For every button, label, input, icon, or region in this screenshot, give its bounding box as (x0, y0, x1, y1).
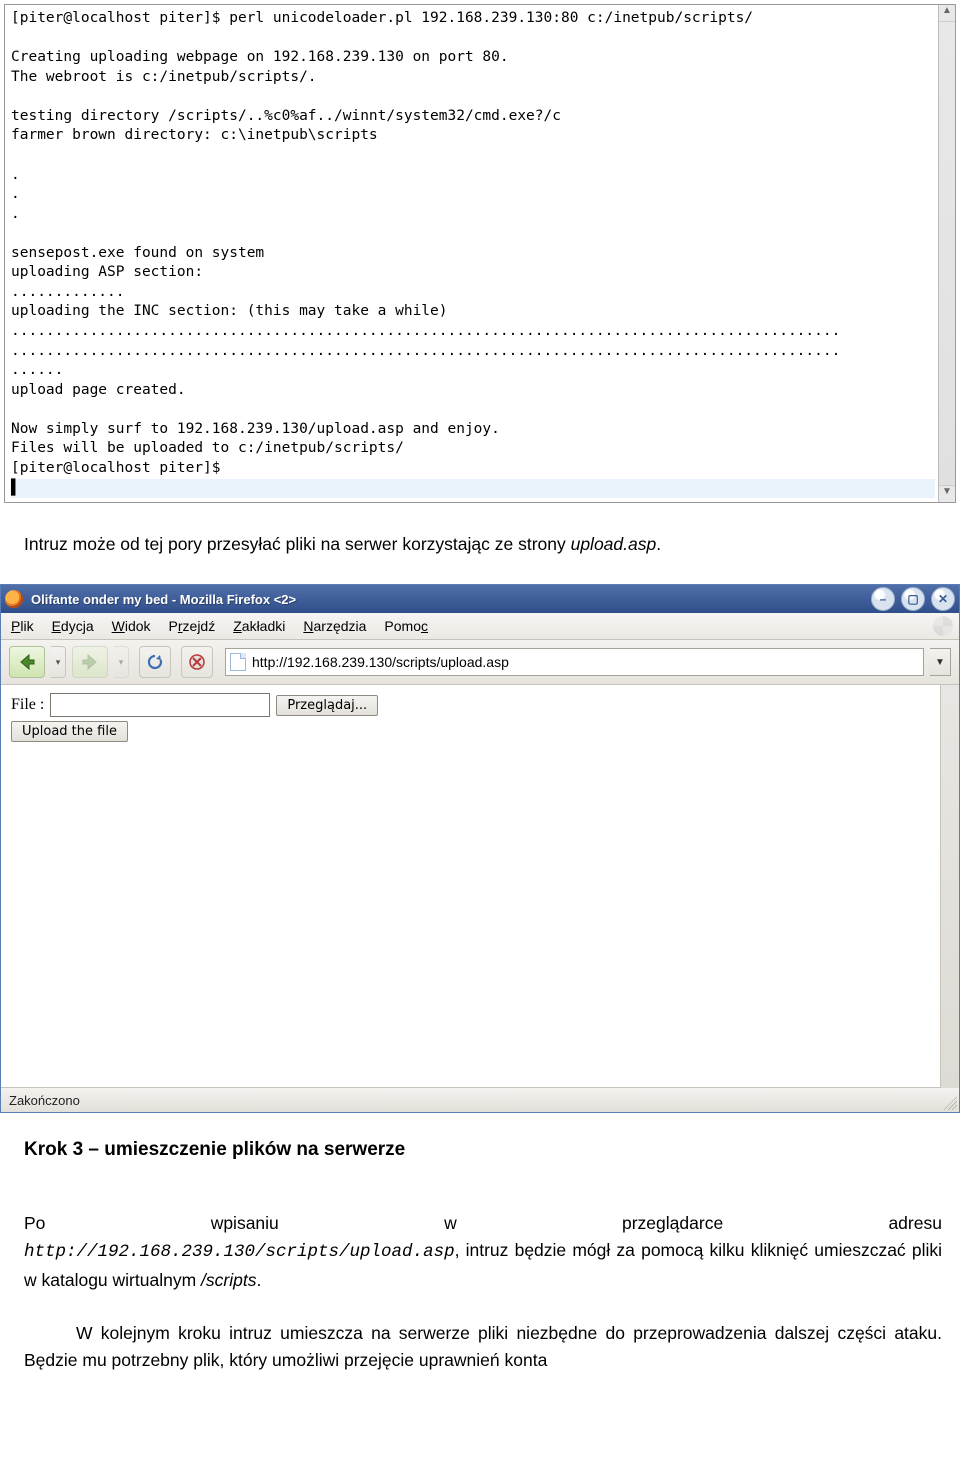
arrow-left-icon (17, 652, 37, 672)
text: wpisaniu (211, 1210, 279, 1237)
url-history-dropdown[interactable]: ▼ (930, 648, 951, 676)
text: . (256, 1270, 261, 1290)
navigation-toolbar: ▾ ▾ http://192.168.239.130/scripts/uploa… (1, 640, 959, 685)
page-icon (230, 653, 246, 671)
terminal-line: [piter@localhost piter]$ perl unicodeloa… (11, 10, 753, 26)
menu-zakladki[interactable]: Zakładki (233, 618, 285, 634)
window-title: Olifante onder my bed - Mozilla Firefox … (31, 592, 865, 607)
terminal-line: ........................................… (11, 323, 840, 339)
terminal-screenshot: [piter@localhost piter]$ perl unicodeloa… (4, 4, 956, 503)
menu-widok[interactable]: Widok (112, 618, 151, 634)
text: w (444, 1210, 457, 1237)
terminal-line: upload page created. (11, 382, 186, 398)
forward-button[interactable] (72, 646, 108, 678)
terminal-line: ...... (11, 362, 63, 378)
resize-grip-icon[interactable] (943, 1096, 957, 1110)
terminal-scrollbar[interactable]: ▲ ▼ (938, 5, 955, 502)
menu-bar: Plik Edycja Widok Przejdź Zakładki Narzę… (1, 613, 959, 640)
body-paragraph-2: Po wpisaniu w przeglądarce adresu http://192… (24, 1183, 942, 1294)
viewport-scrollbar[interactable] (940, 685, 959, 1088)
terminal-line: . (11, 167, 20, 183)
terminal-line: ............. (11, 284, 125, 300)
terminal-cursor: ▌ (11, 479, 935, 499)
terminal-line: uploading ASP section: (11, 264, 203, 280)
reload-icon (146, 653, 164, 671)
menu-plik[interactable]: Plik (11, 618, 34, 634)
terminal-line: farmer brown directory: c:\inetpub\scrip… (11, 127, 378, 143)
forward-history-dropdown[interactable]: ▾ (114, 646, 129, 678)
back-history-dropdown[interactable]: ▾ (51, 646, 66, 678)
menu-narzedzia[interactable]: Narzędzia (303, 618, 366, 634)
browser-viewport: File : Przeglądaj... Upload the file (1, 685, 959, 1088)
upload-form-row: File : Przeglądaj... (11, 693, 949, 717)
italic-path: /scripts (201, 1270, 256, 1290)
terminal-line: Creating uploading webpage on 192.168.23… (11, 49, 509, 65)
stop-button[interactable] (181, 646, 213, 678)
browse-button[interactable]: Przeglądaj... (276, 695, 378, 716)
body-paragraph-3: W kolejnym kroku intruz umieszcza na ser… (24, 1320, 942, 1374)
upload-button[interactable]: Upload the file (11, 721, 128, 742)
terminal-line: . (11, 186, 20, 202)
minimize-button[interactable]: – (871, 587, 895, 611)
window-titlebar: Olifante onder my bed - Mozilla Firefox … (1, 585, 959, 613)
url-bar[interactable]: http://192.168.239.130/scripts/upload.as… (225, 648, 924, 676)
file-label: File : (11, 696, 44, 714)
close-button[interactable]: ✕ (931, 587, 955, 611)
text: . (656, 534, 661, 554)
mono-url: http://192.168.239.130/scripts/upload.as… (24, 1242, 455, 1262)
back-button[interactable] (9, 646, 45, 678)
scroll-down-icon[interactable]: ▼ (939, 485, 955, 502)
url-text: http://192.168.239.130/scripts/upload.as… (252, 654, 509, 670)
step-heading: Krok 3 – umieszczenie plików na serwerze (24, 1139, 942, 1161)
browser-viewport-wrap: File : Przeglądaj... Upload the file (1, 685, 959, 1088)
terminal-line: The webroot is c:/inetpub/scripts/. (11, 69, 317, 85)
terminal-line: Now simply surf to 192.168.239.130/uploa… (11, 421, 500, 437)
terminal-line: uploading the INC section: (this may tak… (11, 303, 448, 319)
text: Po (24, 1210, 45, 1237)
maximize-button[interactable]: ▢ (901, 587, 925, 611)
menu-edycja[interactable]: Edycja (52, 618, 94, 634)
terminal-line: [piter@localhost piter]$ (11, 460, 221, 476)
firefox-icon (5, 590, 23, 608)
terminal-line: sensepost.exe found on system (11, 245, 264, 261)
firefox-window: Olifante onder my bed - Mozilla Firefox … (0, 584, 960, 1113)
file-path-input[interactable] (50, 693, 270, 717)
status-text: Zakończono (9, 1093, 80, 1108)
terminal-line: . (11, 206, 20, 222)
italic-filename: upload.asp (571, 534, 657, 554)
reload-button[interactable] (139, 646, 171, 678)
terminal-line: Files will be uploaded to c:/inetpub/scr… (11, 440, 404, 456)
arrow-right-icon (80, 652, 100, 672)
menu-przejdz[interactable]: Przejdź (169, 618, 216, 634)
menu-pomoc[interactable]: Pomoc (384, 618, 428, 634)
stop-icon (188, 653, 206, 671)
text: Intruz może od tej pory przesyłać pliki … (24, 534, 571, 554)
body-paragraph-1: Intruz może od tej pory przesyłać pliki … (24, 531, 942, 558)
text: przeglądarce (622, 1210, 723, 1237)
text: adresu (888, 1210, 942, 1237)
terminal-line: testing directory /scripts/..%c0%af../wi… (11, 108, 561, 124)
throbber-icon (933, 616, 953, 636)
text: W kolejnym kroku intruz umieszcza na ser… (24, 1323, 942, 1370)
terminal-line: ........................................… (11, 343, 840, 359)
status-bar: Zakończono (1, 1088, 959, 1112)
terminal-output: [piter@localhost piter]$ perl unicodeloa… (5, 5, 955, 502)
scroll-up-icon[interactable]: ▲ (939, 5, 955, 22)
